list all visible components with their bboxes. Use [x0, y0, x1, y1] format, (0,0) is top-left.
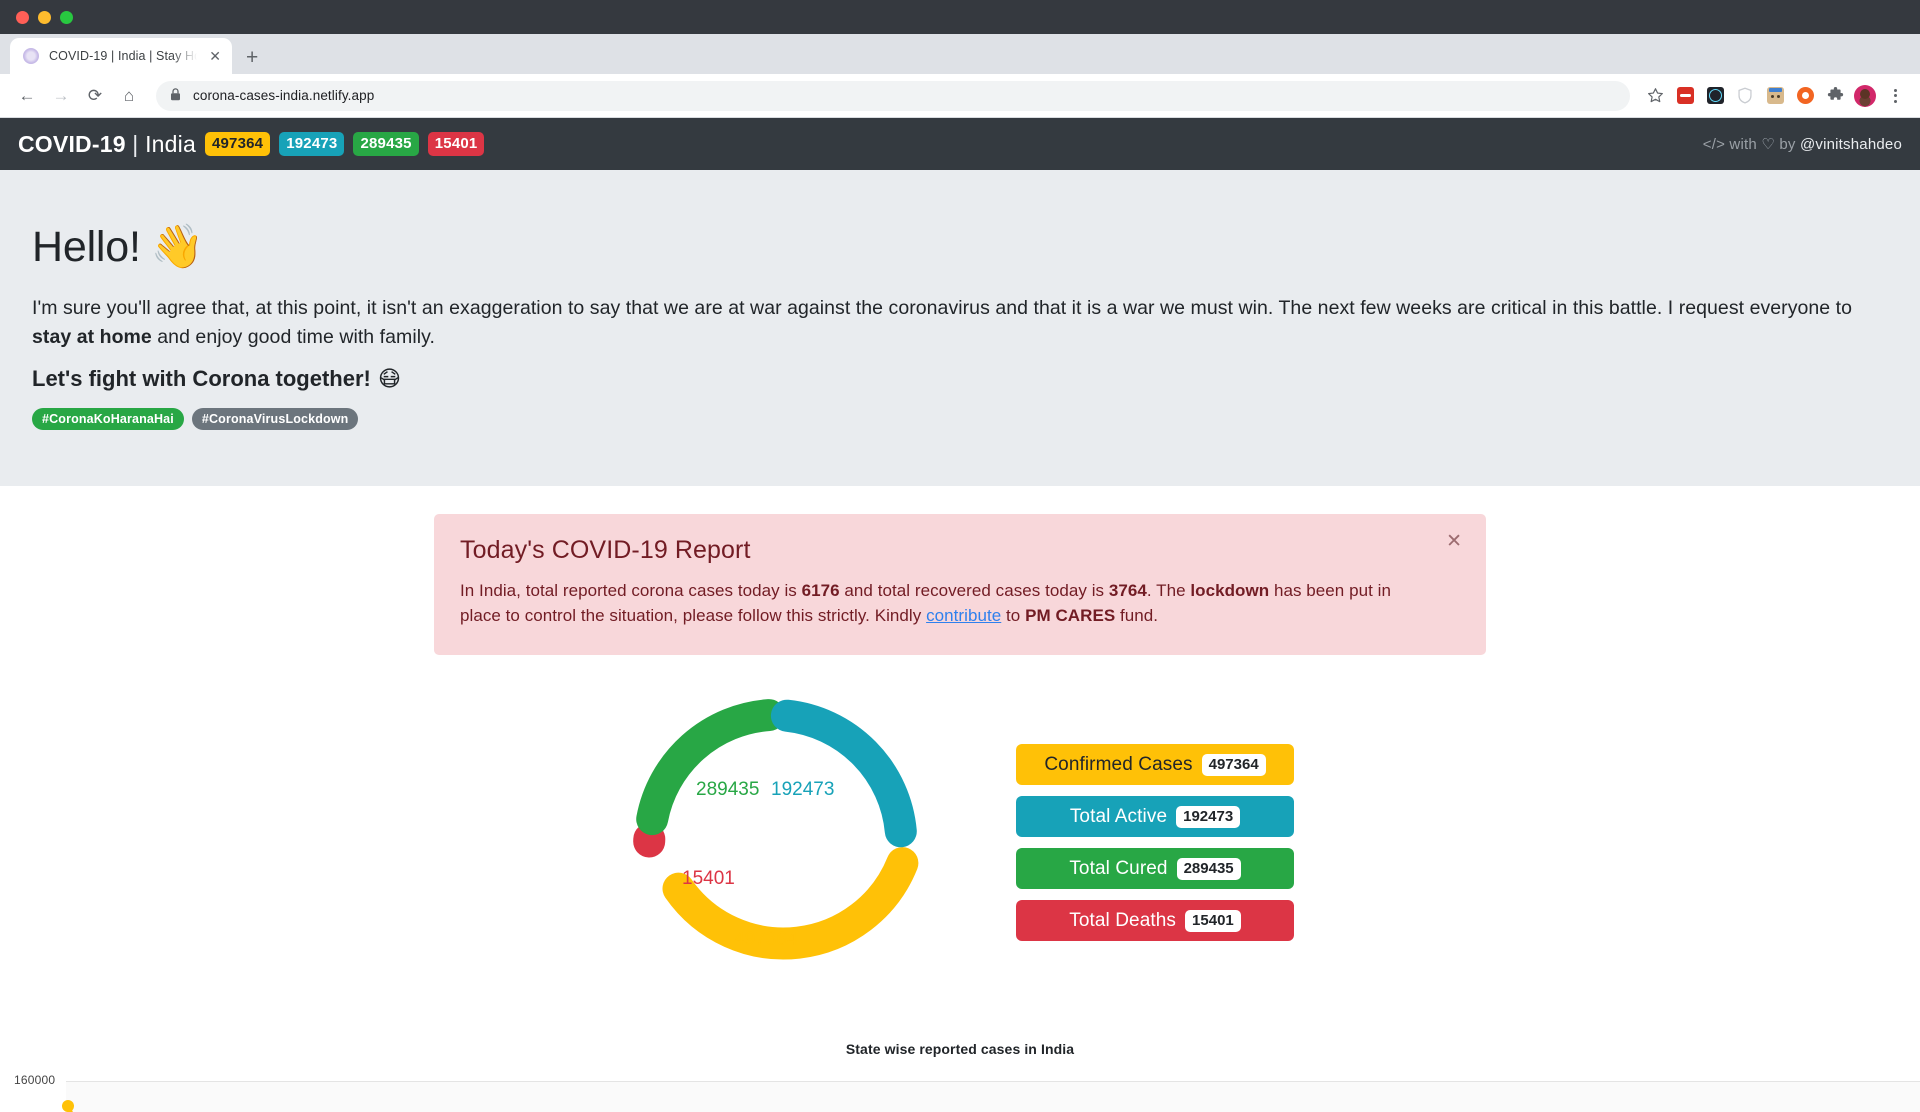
puzzle-extensions-icon[interactable]: [1822, 83, 1848, 109]
navbar-badge-active: 192473: [279, 132, 344, 155]
alert-title: Today's COVID-19 Report: [460, 536, 1460, 565]
donut-label-cured: 289435: [696, 779, 759, 801]
donut-label-active: 192473: [771, 779, 834, 801]
hero-section: Hello! 👋 I'm sure you'll agree that, at …: [0, 170, 1920, 486]
reload-icon[interactable]: ⟳: [80, 81, 110, 111]
legend-item-total-active[interactable]: Total Active 192473: [1016, 796, 1294, 837]
alert-text-6: fund.: [1115, 606, 1158, 625]
page-viewport: COVID-19 | India 497364 192473 289435 15…: [0, 118, 1920, 1112]
tab-title: COVID-19 | India | Stay Home,: [49, 49, 197, 63]
alert-close-icon[interactable]: ✕: [1446, 532, 1462, 551]
orange-circle-icon[interactable]: [1792, 83, 1818, 109]
waving-hand-icon: 👋: [151, 222, 204, 272]
alert-pm-cares: PM CARES: [1025, 606, 1115, 625]
credit-with: with: [1729, 136, 1756, 153]
hero-subheading: Let's fight with Corona together! 😷: [32, 366, 1888, 392]
window-minimize-button[interactable]: [38, 11, 51, 24]
state-chart-plot: 160000: [0, 1081, 1920, 1112]
browser-tab-strip: COVID-19 | India | Stay Home, ✕ +: [0, 34, 1920, 74]
state-wise-chart-section: State wise reported cases in India 16000…: [0, 1041, 1920, 1112]
new-tab-button[interactable]: +: [246, 47, 258, 68]
chrome-menu-icon[interactable]: [1882, 83, 1908, 109]
legend-label-active: Total Active: [1070, 806, 1167, 828]
bookmark-star-icon[interactable]: [1642, 83, 1668, 109]
virus-favicon-icon: [23, 48, 39, 64]
donut-label-deaths: 15401: [682, 868, 735, 890]
legend-value-confirmed: 497364: [1202, 754, 1266, 776]
alert-text-1: In India, total reported corona cases to…: [460, 581, 802, 600]
legend-value-cured: 289435: [1177, 858, 1241, 880]
alert-container: Today's COVID-19 Report In India, total …: [0, 486, 1920, 655]
hashtag-corona-ko-harana-hai[interactable]: #CoronaKoHaranaHai: [32, 408, 184, 430]
address-bar[interactable]: corona-cases-india.netlify.app: [156, 81, 1630, 111]
window-close-button[interactable]: [16, 11, 29, 24]
site-navbar: COVID-19 | India 497364 192473 289435 15…: [0, 118, 1920, 170]
window-titlebar: [0, 0, 1920, 34]
legend-label-confirmed: Confirmed Cases: [1044, 754, 1192, 776]
credit-code: </>: [1703, 136, 1725, 153]
alert-new-cases: 6176: [802, 581, 840, 600]
shield-icon[interactable]: [1732, 83, 1758, 109]
legend-item-total-deaths[interactable]: Total Deaths 15401: [1016, 900, 1294, 941]
donut-label-confirmed: 497364: [734, 929, 797, 951]
lead-bold-stay-home: stay at home: [32, 326, 152, 348]
lead-text-2: and enjoy good time with family.: [152, 326, 435, 348]
navbar-badge-confirmed: 497364: [205, 132, 270, 155]
alert-body: In India, total reported corona cases to…: [460, 578, 1430, 629]
subheading-text: Let's fight with Corona together!: [32, 366, 371, 392]
browser-tab[interactable]: COVID-19 | India | Stay Home, ✕: [10, 38, 232, 74]
stats-legend: Confirmed Cases 497364 Total Active 1924…: [1016, 744, 1294, 941]
brand-main: COVID-19: [18, 131, 126, 157]
legend-item-total-cured[interactable]: Total Cured 289435: [1016, 848, 1294, 889]
series-point-first: [62, 1100, 74, 1112]
browser-toolbar: ← → ⟳ ⌂ corona-cases-india.netlify.app: [0, 74, 1920, 118]
donut-arc-active: [787, 715, 901, 831]
close-icon[interactable]: ✕: [207, 47, 223, 65]
author-credit[interactable]: </> with ♡ by @vinitshahdeo: [1703, 135, 1902, 153]
state-chart-title: State wise reported cases in India: [0, 1041, 1920, 1057]
alert-lockdown: lockdown: [1190, 581, 1269, 600]
alert-text-2: and total recovered cases today is: [840, 581, 1109, 600]
page-title: Hello! 👋: [32, 222, 1888, 272]
home-icon[interactable]: ⌂: [114, 81, 144, 111]
contribute-link[interactable]: contribute: [926, 606, 1001, 625]
clipboard-bot-icon[interactable]: [1762, 83, 1788, 109]
react-devtools-icon[interactable]: [1702, 83, 1728, 109]
alert-text-3: . The: [1147, 581, 1190, 600]
forward-icon[interactable]: →: [46, 81, 76, 111]
hashtag-corona-virus-lockdown[interactable]: #CoronaVirusLockdown: [192, 408, 359, 430]
hero-lead-paragraph: I'm sure you'll agree that, at this poin…: [32, 294, 1872, 352]
window-maximize-button[interactable]: [60, 11, 73, 24]
legend-item-confirmed-cases[interactable]: Confirmed Cases 497364: [1016, 744, 1294, 785]
lead-text-1: I'm sure you'll agree that, at this poin…: [32, 297, 1852, 319]
state-chart-series: [0, 1081, 1920, 1112]
legend-value-active: 192473: [1176, 806, 1240, 828]
hashtag-list: #CoronaKoHaranaHai #CoronaVirusLockdown: [32, 408, 1888, 430]
url-text: corona-cases-india.netlify.app: [193, 88, 374, 103]
legend-value-deaths: 15401: [1185, 910, 1241, 932]
mask-face-icon: 😷: [378, 366, 401, 392]
profile-avatar[interactable]: [1852, 83, 1878, 109]
credit-by: by: [1779, 136, 1795, 153]
navbar-badge-deaths: 15401: [428, 132, 485, 155]
hello-text: Hello!: [32, 223, 141, 272]
brand-sub: India: [145, 131, 196, 157]
alert-recovered-today: 3764: [1109, 581, 1147, 600]
todays-report-alert: Today's COVID-19 Report In India, total …: [434, 514, 1486, 655]
brand-separator: |: [132, 131, 138, 157]
extension-red-icon[interactable]: [1672, 83, 1698, 109]
alert-text-5: to: [1001, 606, 1025, 625]
navbar-badge-cured: 289435: [353, 132, 418, 155]
legend-label-cured: Total Cured: [1069, 858, 1167, 880]
cases-donut-chart: 289435 192473 15401 497364: [626, 693, 926, 993]
stats-row: 289435 192473 15401 497364 Confirmed Cas…: [0, 693, 1920, 993]
lock-icon: [170, 88, 181, 104]
donut-arc-cured: [652, 715, 769, 819]
legend-label-deaths: Total Deaths: [1069, 910, 1176, 932]
author-handle[interactable]: @vinitshahdeo: [1800, 136, 1902, 153]
brand[interactable]: COVID-19 | India 497364 192473 289435 15…: [18, 131, 484, 158]
back-icon[interactable]: ←: [12, 81, 42, 111]
heart-icon: ♡: [1761, 136, 1775, 153]
